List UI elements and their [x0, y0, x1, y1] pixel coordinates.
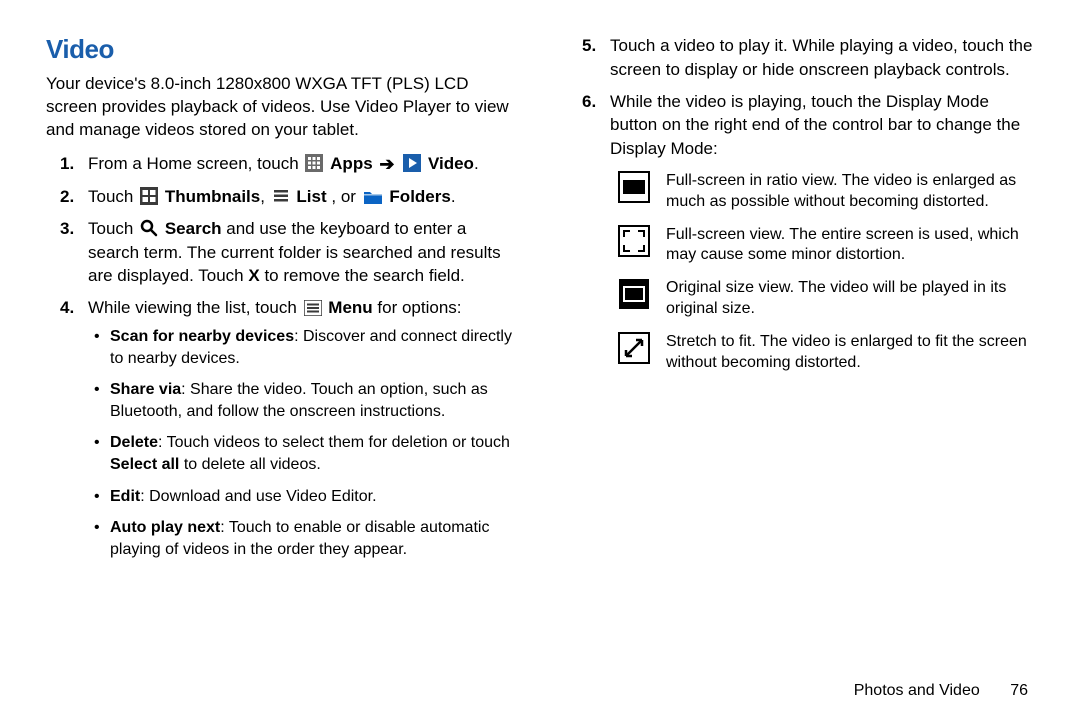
apps-icon: [305, 154, 323, 172]
mode-row: Full-screen in ratio view. The video is …: [618, 171, 1040, 213]
ratio-view-icon: [618, 171, 650, 203]
mode-text: Stretch to fit. The video is enlarged to…: [666, 332, 1040, 374]
footer-label: Photos and Video: [854, 682, 980, 699]
right-column: Touch a video to play it. While playing …: [568, 34, 1040, 570]
mode-text: Full-screen view. The entire screen is u…: [666, 225, 1040, 267]
list-item: Delete: Touch videos to select them for …: [110, 432, 518, 475]
x-label: X: [248, 266, 259, 285]
left-column: Video Your device's 8.0-inch 1280x800 WX…: [46, 34, 518, 570]
list-icon: [272, 187, 290, 205]
mode-text: Full-screen in ratio view. The video is …: [666, 171, 1040, 213]
mode-row: Stretch to fit. The video is enlarged to…: [618, 332, 1040, 374]
menu-label: Menu: [328, 298, 372, 317]
steps-list: From a Home screen, touch Apps ➔ Video. …: [46, 152, 518, 561]
video-label: Video: [428, 154, 474, 173]
thumbnails-icon: [140, 187, 158, 205]
thumbnails-label: Thumbnails: [165, 187, 260, 206]
folders-icon: [363, 189, 383, 205]
page-number: 76: [1010, 682, 1028, 699]
list-item: Scan for nearby devices: Discover and co…: [110, 326, 518, 369]
step-6: While the video is playing, touch the Di…: [610, 90, 1040, 161]
list-item: Auto play next: Touch to enable or disab…: [110, 517, 518, 560]
page-footer: Photos and Video 76: [854, 682, 1028, 700]
text: to remove the search field.: [264, 266, 464, 285]
original-size-icon: [618, 278, 650, 310]
steps-list-cont: Touch a video to play it. While playing …: [568, 34, 1040, 161]
menu-options-list: Scan for nearby devices: Discover and co…: [88, 326, 518, 560]
section-heading: Video: [46, 34, 518, 65]
mode-text: Original size view. The video will be pl…: [666, 278, 1040, 320]
video-icon: [403, 154, 421, 172]
step-2: Touch Thumbnails, List , or Folders.: [88, 185, 518, 209]
apps-label: Apps: [330, 154, 373, 173]
text: From a Home screen, touch: [88, 154, 303, 173]
list-item: Edit: Download and use Video Editor.: [110, 486, 518, 508]
stretch-fit-icon: [618, 332, 650, 364]
intro-paragraph: Your device's 8.0-inch 1280x800 WXGA TFT…: [46, 73, 518, 142]
text: , or: [331, 187, 360, 206]
arrow-icon: ➔: [379, 152, 394, 177]
folders-label: Folders: [389, 187, 450, 206]
text: Touch: [88, 187, 138, 206]
menu-icon: [304, 300, 322, 316]
text: While viewing the list, touch: [88, 298, 302, 317]
search-label: Search: [165, 219, 222, 238]
search-icon: [140, 219, 158, 237]
mode-row: Full-screen view. The entire screen is u…: [618, 225, 1040, 267]
step-3: Touch Search and use the keyboard to ent…: [88, 217, 518, 288]
text: Touch: [88, 219, 138, 238]
fullscreen-icon: [618, 225, 650, 257]
display-mode-table: Full-screen in ratio view. The video is …: [618, 171, 1040, 373]
step-1: From a Home screen, touch Apps ➔ Video.: [88, 152, 518, 177]
list-label: List: [296, 187, 326, 206]
step-5: Touch a video to play it. While playing …: [610, 34, 1040, 82]
step-4: While viewing the list, touch Menu for o…: [88, 296, 518, 560]
list-item: Share via: Share the video. Touch an opt…: [110, 379, 518, 422]
text: for options:: [377, 298, 461, 317]
mode-row: Original size view. The video will be pl…: [618, 278, 1040, 320]
